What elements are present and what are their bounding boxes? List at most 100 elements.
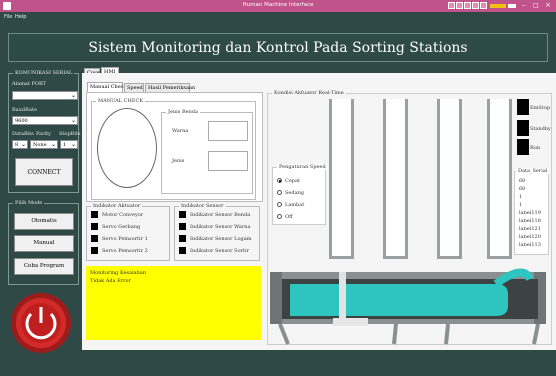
maximize-icon[interactable]: □	[533, 2, 539, 9]
error-monitor-panel: Monitoring Kesalahan Tidak Ada Error	[86, 266, 261, 340]
data-serial-value: 60	[519, 186, 526, 192]
data-serial-title: Data_Serial	[516, 168, 550, 174]
speed-radio-cepat[interactable]	[277, 178, 282, 183]
title-bar: Human Machine Interface – □ ×	[0, 0, 556, 12]
taskbar-icon	[448, 2, 455, 9]
emergency-stop-button[interactable]	[10, 290, 72, 354]
parity-value: None	[33, 142, 47, 148]
mode-group-title: Pilih Mode	[13, 200, 45, 206]
standby-label: Standby	[530, 126, 551, 132]
chevron-down-icon: ⌄	[70, 141, 76, 148]
data-serial-value: 1	[519, 194, 523, 200]
baud-value: 9600	[15, 118, 28, 124]
sensor-label: Indikator Sensor Logam	[190, 236, 252, 242]
jenis-benda-title: Jenis Benda	[166, 109, 200, 115]
aktuator-group: Indikator Aktuator Motor Conveyor Servo …	[86, 203, 170, 261]
chevron-down-icon: ⌄	[70, 92, 76, 99]
data-serial-group: Data_Serial 60 60 1 1 label119 label118 …	[514, 168, 550, 255]
taskbar-indicator	[508, 4, 516, 8]
header-panel: Sistem Monitoring dan Kontrol Pada Sorti…	[8, 33, 548, 62]
data-serial-value: label120	[519, 234, 541, 240]
run-label: Run	[530, 145, 541, 151]
sensor-label: Indikator Sensor Sortir	[190, 248, 249, 254]
aktuator-label: Servo Pemsortir 1	[102, 236, 148, 242]
sensor-indicator	[179, 235, 186, 242]
data-serial-value: label121	[519, 226, 541, 232]
sensor-indicator	[179, 211, 186, 218]
taskbar-icon	[472, 2, 479, 9]
stopbits-select[interactable]: 1 ⌄	[60, 140, 78, 149]
tab-hasil[interactable]: Hasil Pemeriksaan	[145, 83, 195, 92]
serial-group-title: KOMUNIKASI SERIAL	[13, 70, 75, 76]
kondisi-aktuator-group: Kondisi Aktuator Real-Time Pengaturan Sp…	[267, 90, 552, 345]
connect-button[interactable]: CONNECT	[15, 158, 73, 186]
manual-check-group: MANUAL CHECK Jenis Benda Warna Jenis	[91, 98, 256, 200]
manual-button[interactable]: Manual	[14, 235, 74, 252]
warna-field[interactable]	[208, 121, 248, 141]
sensor-label: Indikator Sensor Warna	[190, 224, 251, 230]
data-serial-value: label118	[519, 218, 541, 224]
coba-program-button[interactable]: Coba Program	[14, 258, 74, 275]
menu-help[interactable]: Help	[15, 14, 26, 20]
taskbar-indicator	[490, 4, 506, 8]
speed-radio-sedang[interactable]	[277, 190, 282, 195]
chevron-down-icon: ⌄	[20, 141, 26, 148]
jenis-label: Jenis	[172, 158, 185, 164]
page-title: Sistem Monitoring dan Kontrol Pada Sorti…	[88, 40, 468, 56]
baud-select[interactable]: 9600 ⌄	[12, 116, 78, 125]
aktuator-label: Servo Pemsortir 2	[102, 248, 148, 254]
aktuator-label: Motor Conveyor	[102, 212, 144, 218]
serial-group: KOMUNIKASI SERIAL Alamat PORT ⌄ BaudRate…	[8, 70, 81, 193]
main-panel: Manual Check Speed Hasil Pemeriksaan MAN…	[82, 73, 556, 350]
aktuator-title: Indikator Aktuator	[91, 203, 143, 209]
port-select[interactable]: ⌄	[12, 91, 78, 100]
stopbits-value: 1	[63, 142, 67, 148]
emstop-label: EmStop	[530, 105, 551, 111]
tab-manual-check[interactable]: Manual Check	[87, 82, 127, 92]
data-serial-value: label119	[519, 210, 541, 216]
databits-label: DataBits	[12, 131, 34, 137]
sensor-label: Indikator Sensor Benda	[190, 212, 251, 218]
aktuator-indicator	[91, 235, 98, 242]
parity-select[interactable]: None ⌄	[30, 140, 58, 149]
speed-option-label: Lambat	[285, 202, 305, 208]
mode-group: Pilih Mode Otomatis Manual Coba Program	[8, 200, 79, 285]
otomatis-button[interactable]: Otomatis	[14, 213, 74, 230]
warna-label: Warna	[172, 128, 189, 134]
parity-label: Parity	[36, 131, 51, 137]
object-preview	[97, 108, 157, 188]
close-icon[interactable]: ×	[545, 1, 551, 9]
jenis-benda-group: Jenis Benda Warna Jenis	[161, 109, 253, 194]
data-serial-value: label113	[519, 242, 541, 248]
tab-speed[interactable]: Speed	[124, 83, 144, 92]
data-serial-value: 1	[519, 202, 523, 208]
sensor-indicator	[179, 223, 186, 230]
error-monitor-title: Monitoring Kesalahan	[90, 270, 147, 276]
aktuator-label: Servo Gerbang	[102, 224, 141, 230]
jenis-field[interactable]	[208, 151, 248, 171]
manual-check-title: MANUAL CHECK	[96, 98, 146, 104]
manual-check-tab-page: MANUAL CHECK Jenis Benda Warna Jenis	[86, 92, 263, 202]
emstop-indicator	[517, 99, 529, 115]
speed-radio-off[interactable]	[277, 214, 282, 219]
sensor-title: Indikator Sensor	[179, 203, 226, 209]
chevron-down-icon: ⌄	[70, 117, 76, 124]
speed-radio-lambat[interactable]	[277, 202, 282, 207]
run-indicator	[517, 139, 529, 155]
databits-select[interactable]: 8 ⌄	[12, 140, 28, 149]
chevron-down-icon: ⌄	[50, 141, 56, 148]
menu-file[interactable]: File	[4, 14, 12, 20]
speed-option-label: Cepat	[285, 178, 300, 184]
sensor-group: Indikator Sensor Indikator Sensor Benda …	[174, 203, 260, 261]
port-label: Alamat PORT	[12, 81, 46, 87]
baud-label: BaudRate	[12, 107, 37, 113]
speed-group-title: Pengaturan Speed	[277, 164, 328, 170]
taskbar-icon	[480, 2, 487, 9]
data-serial-value: 60	[519, 178, 526, 184]
error-status: Tidak Ada Error	[90, 278, 131, 284]
standby-indicator	[517, 120, 529, 136]
minimize-icon[interactable]: –	[522, 1, 526, 9]
taskbar-icon	[456, 2, 463, 9]
taskbar-icon	[464, 2, 471, 9]
databits-value: 8	[15, 142, 19, 148]
